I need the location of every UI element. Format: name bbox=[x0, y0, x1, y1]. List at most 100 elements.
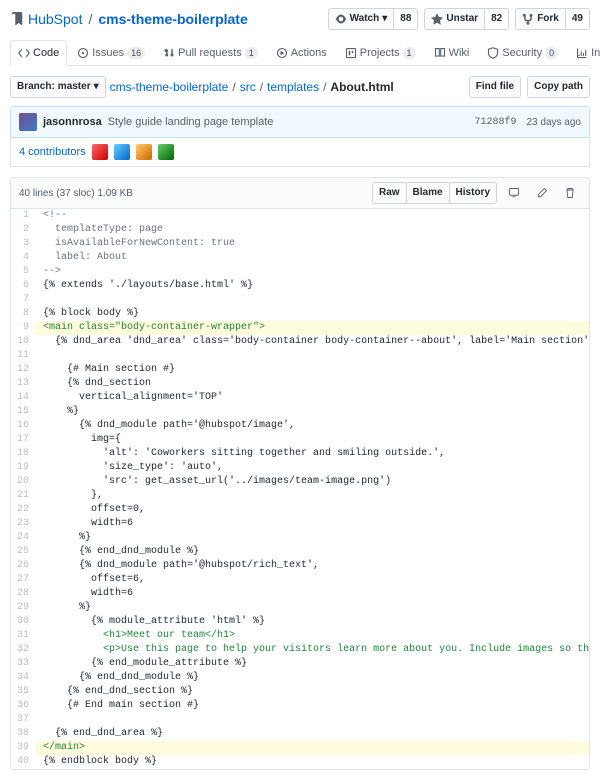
raw-button[interactable]: Raw bbox=[372, 182, 407, 204]
code-cell[interactable]: offset=6, bbox=[35, 573, 590, 587]
edit-icon[interactable] bbox=[531, 183, 553, 203]
code-cell[interactable]: 'alt': 'Coworkers sitting together and s… bbox=[35, 447, 590, 461]
line-number[interactable]: 37 bbox=[11, 713, 35, 727]
line-number[interactable]: 11 bbox=[11, 349, 35, 363]
line-number[interactable]: 8 bbox=[11, 307, 35, 321]
code-cell[interactable]: 'size_type': 'auto', bbox=[35, 461, 590, 475]
code-cell[interactable]: {% end_dnd_area %} bbox=[35, 727, 590, 741]
line-number[interactable]: 22 bbox=[11, 503, 35, 517]
code-cell[interactable]: }, bbox=[35, 489, 590, 503]
line-number[interactable]: 23 bbox=[11, 517, 35, 531]
watch-button[interactable]: Watch ▾ bbox=[328, 8, 395, 30]
code-cell[interactable]: isAvailableForNewContent: true bbox=[35, 237, 590, 251]
code-cell[interactable]: {% endblock body %} bbox=[35, 755, 590, 769]
avatar[interactable] bbox=[158, 144, 174, 160]
line-number[interactable]: 12 bbox=[11, 363, 35, 377]
owner-link[interactable]: HubSpot bbox=[28, 11, 82, 27]
avatar[interactable] bbox=[114, 144, 130, 160]
line-number[interactable]: 25 bbox=[11, 545, 35, 559]
line-number[interactable]: 30 bbox=[11, 615, 35, 629]
star-button[interactable]: Unstar bbox=[424, 8, 485, 30]
line-number[interactable]: 24 bbox=[11, 531, 35, 545]
tab-wiki[interactable]: Wiki bbox=[426, 40, 478, 65]
line-number[interactable]: 6 bbox=[11, 279, 35, 293]
line-number[interactable]: 39 bbox=[11, 741, 35, 755]
code-cell[interactable]: %} bbox=[35, 601, 590, 615]
desktop-icon[interactable] bbox=[503, 183, 525, 203]
line-number[interactable]: 32 bbox=[11, 643, 35, 657]
fork-count[interactable]: 49 bbox=[566, 8, 590, 30]
line-number[interactable]: 9 bbox=[11, 321, 35, 335]
line-number[interactable]: 10 bbox=[11, 335, 35, 349]
blame-button[interactable]: Blame bbox=[406, 182, 450, 204]
code-cell[interactable] bbox=[35, 349, 590, 363]
line-number[interactable]: 3 bbox=[11, 237, 35, 251]
tab-actions[interactable]: Actions bbox=[268, 40, 335, 65]
line-number[interactable]: 16 bbox=[11, 419, 35, 433]
code-cell[interactable]: {% extends './layouts/base.html' %} bbox=[35, 279, 590, 293]
code-cell[interactable]: {% end_dnd_module %} bbox=[35, 545, 590, 559]
code-cell[interactable]: <h1>Meet our team</h1> bbox=[35, 629, 590, 643]
star-count[interactable]: 82 bbox=[485, 8, 509, 30]
tab-projects[interactable]: Projects1 bbox=[337, 40, 424, 65]
breadcrumb-root[interactable]: cms-theme-boilerplate bbox=[110, 80, 229, 94]
line-number[interactable]: 5 bbox=[11, 265, 35, 279]
code-cell[interactable]: --> bbox=[35, 265, 590, 279]
line-number[interactable]: 14 bbox=[11, 391, 35, 405]
code-cell[interactable]: {% dnd_area 'dnd_area' class='body-conta… bbox=[35, 335, 590, 349]
avatar[interactable] bbox=[92, 144, 108, 160]
commit-message[interactable]: Style guide landing page template bbox=[108, 116, 274, 128]
commit-author[interactable]: jasonnrosa bbox=[43, 116, 102, 128]
tab-insights[interactable]: Insights bbox=[568, 40, 600, 65]
tab-security[interactable]: Security0 bbox=[479, 40, 566, 65]
history-button[interactable]: History bbox=[449, 182, 497, 204]
line-number[interactable]: 28 bbox=[11, 587, 35, 601]
code-cell[interactable]: {% dnd_module path='@hubspot/rich_text', bbox=[35, 559, 590, 573]
line-number[interactable]: 34 bbox=[11, 671, 35, 685]
line-number[interactable]: 21 bbox=[11, 489, 35, 503]
code-cell[interactable]: label: About bbox=[35, 251, 590, 265]
line-number[interactable]: 15 bbox=[11, 405, 35, 419]
breadcrumb-templates[interactable]: templates bbox=[267, 80, 319, 94]
line-number[interactable]: 38 bbox=[11, 727, 35, 741]
code-cell[interactable]: {% end_dnd_section %} bbox=[35, 685, 590, 699]
line-number[interactable]: 20 bbox=[11, 475, 35, 489]
breadcrumb-src[interactable]: src bbox=[240, 80, 256, 94]
repo-link[interactable]: cms-theme-boilerplate bbox=[98, 11, 247, 27]
code-cell[interactable]: offset=0, bbox=[35, 503, 590, 517]
code-cell[interactable]: <!-- bbox=[35, 209, 590, 223]
line-number[interactable]: 31 bbox=[11, 629, 35, 643]
code-cell[interactable]: {% dnd_section bbox=[35, 377, 590, 391]
line-number[interactable]: 36 bbox=[11, 699, 35, 713]
copy-path-button[interactable]: Copy path bbox=[527, 76, 590, 98]
commit-hash[interactable]: 71288f9 bbox=[474, 117, 516, 128]
code-cell[interactable]: {% dnd_module path='@hubspot/image', bbox=[35, 419, 590, 433]
code-cell[interactable] bbox=[35, 293, 590, 307]
tab-issues[interactable]: Issues16 bbox=[69, 40, 153, 65]
code-cell[interactable]: {% end_module_attribute %} bbox=[35, 657, 590, 671]
line-number[interactable]: 40 bbox=[11, 755, 35, 769]
code-cell[interactable] bbox=[35, 713, 590, 727]
code-cell[interactable]: width=6 bbox=[35, 587, 590, 601]
line-number[interactable]: 35 bbox=[11, 685, 35, 699]
code-cell[interactable]: {% block body %} bbox=[35, 307, 590, 321]
line-number[interactable]: 26 bbox=[11, 559, 35, 573]
code-cell[interactable]: width=6 bbox=[35, 517, 590, 531]
code-cell[interactable]: %} bbox=[35, 531, 590, 545]
fork-button[interactable]: Fork bbox=[515, 8, 566, 30]
line-number[interactable]: 27 bbox=[11, 573, 35, 587]
line-number[interactable]: 4 bbox=[11, 251, 35, 265]
code-cell[interactable]: vertical_alignment='TOP' bbox=[35, 391, 590, 405]
line-number[interactable]: 29 bbox=[11, 601, 35, 615]
code-cell[interactable]: {% module_attribute 'html' %} bbox=[35, 615, 590, 629]
branch-selector[interactable]: Branch: master ▾ bbox=[10, 76, 106, 98]
find-file-button[interactable]: Find file bbox=[469, 76, 521, 98]
code-cell[interactable]: 'src': get_asset_url('../images/team-ima… bbox=[35, 475, 590, 489]
code-cell[interactable]: %} bbox=[35, 405, 590, 419]
tab-pulls[interactable]: Pull requests1 bbox=[155, 40, 266, 65]
contributors-link[interactable]: 4 contributors bbox=[19, 146, 86, 158]
code-cell[interactable]: {% end_dnd_module %} bbox=[35, 671, 590, 685]
code-cell[interactable]: {# End main section #} bbox=[35, 699, 590, 713]
code-cell[interactable]: </main> bbox=[35, 741, 590, 755]
tab-code[interactable]: Code bbox=[10, 40, 67, 66]
